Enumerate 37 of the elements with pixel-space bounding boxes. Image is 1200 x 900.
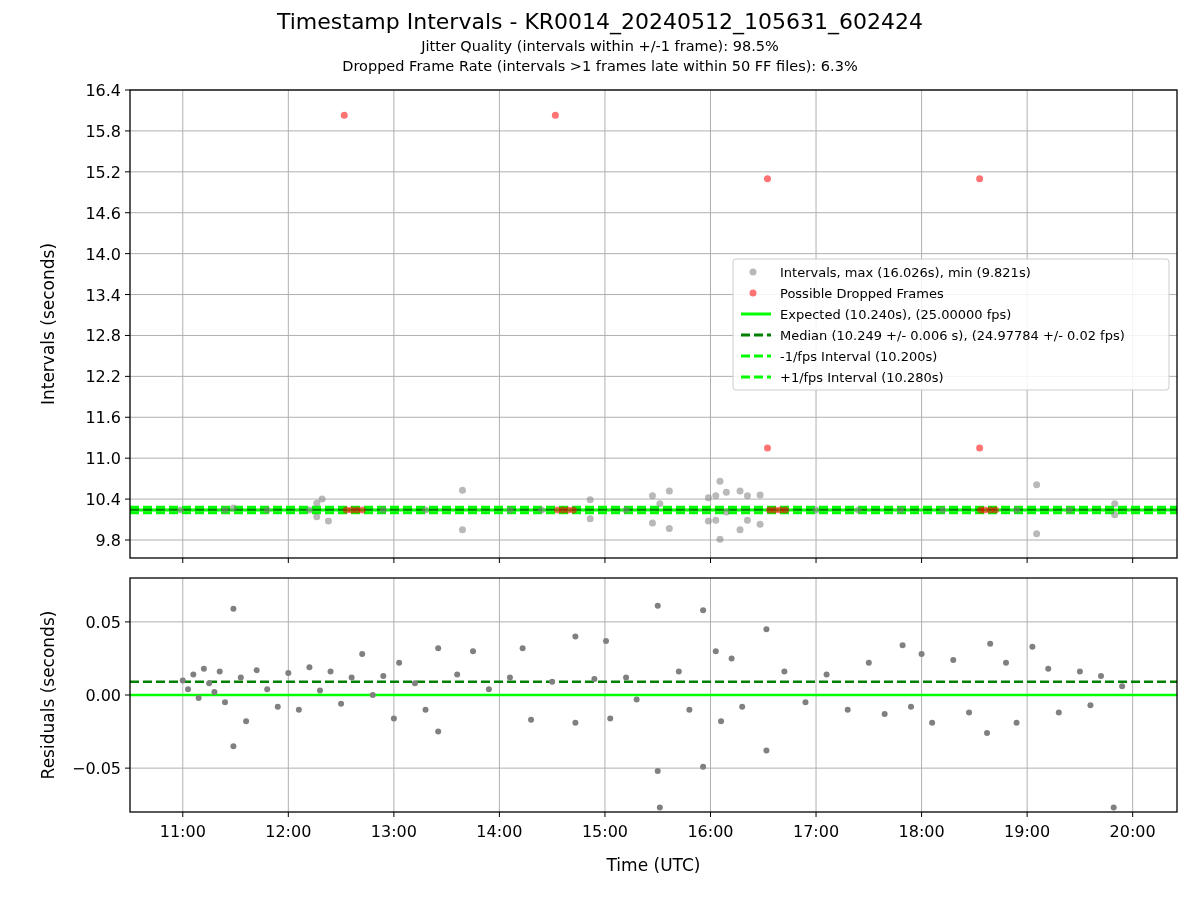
chart-subtitle: Jitter Quality (intervals within +/-1 frame): 98.5% — [421, 37, 779, 56]
y-tick-label: 14.0 — [85, 244, 121, 264]
x-tick-label: 19:00 — [1004, 822, 1051, 841]
y-tick-label: 0.00 — [85, 686, 121, 705]
legend-label: Median (10.249 +/- 0.006 s), (24.97784 +/- 0.02 fps) — [780, 327, 1125, 343]
legend-label: +1/fps Interval (10.280s) — [780, 369, 944, 385]
y-tick-label: 0.05 — [85, 612, 121, 632]
x-tick-label: 14:00 — [476, 822, 523, 841]
x-tick-label: 20:00 — [1109, 822, 1156, 841]
y-tick-label: 16.4 — [85, 81, 121, 100]
legend-label: Intervals, max (16.026s), min (9.821s) — [780, 264, 1031, 280]
y-axis-label: Intervals (seconds) — [38, 242, 58, 406]
legend-label: Expected (10.240s), (25.00000 fps) — [780, 306, 1012, 322]
legend-label: -1/fps Interval (10.200s) — [780, 348, 938, 364]
y-tick-label: 15.8 — [85, 121, 121, 141]
y-tick-label: 10.4 — [85, 490, 121, 510]
x-tick-label: 16:00 — [687, 822, 734, 841]
y-tick-label: −0.05 — [71, 759, 121, 779]
y-tick-label: 12.2 — [85, 367, 121, 387]
x-tick-label: 12:00 — [265, 822, 312, 841]
x-tick-label: 18:00 — [898, 822, 945, 841]
x-axis-label: Time (UTC) — [606, 855, 701, 875]
y-tick-label: 9.8 — [95, 531, 121, 550]
y-tick-label: 14.6 — [85, 203, 121, 223]
x-tick-label: 11:00 — [159, 822, 206, 841]
x-tick-label: 13:00 — [370, 822, 417, 841]
x-tick-label: 17:00 — [793, 822, 840, 841]
chart-subtitle: Dropped Frame Rate (intervals >1 frames late within 50 FF files): 6.3% — [342, 57, 858, 76]
chart-title: Timestamp Intervals - KR0014_20240512_105631_602424 — [276, 8, 924, 36]
y-axis-label: Residuals (seconds) — [38, 610, 58, 780]
y-tick-label: 13.4 — [85, 285, 121, 305]
y-tick-label: 15.2 — [85, 162, 121, 182]
x-tick-label: 15:00 — [581, 822, 628, 841]
y-tick-label: 11.6 — [85, 408, 121, 428]
y-tick-label: 11.0 — [85, 449, 121, 469]
legend-label: Possible Dropped Frames — [780, 285, 944, 301]
y-tick-label: 12.8 — [85, 326, 121, 346]
